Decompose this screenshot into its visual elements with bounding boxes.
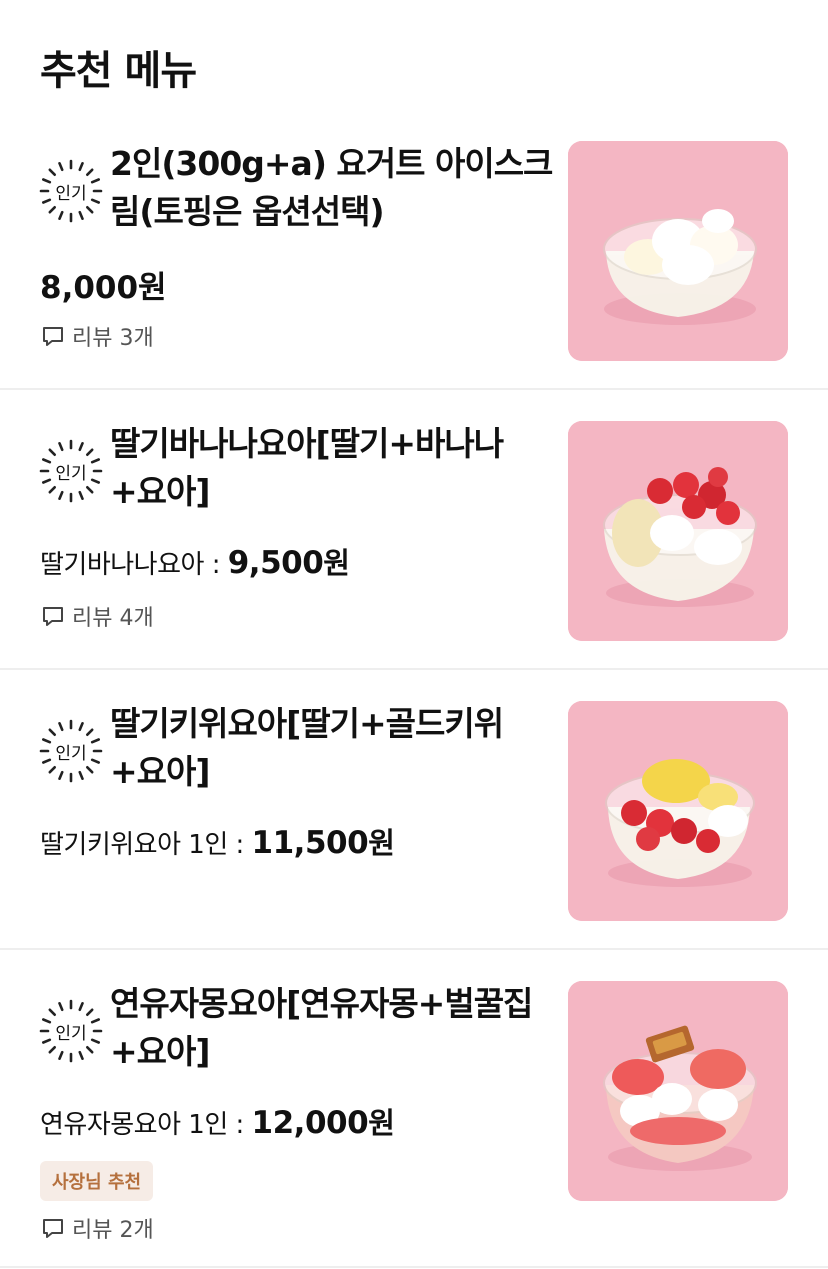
item-image[interactable] — [568, 421, 788, 641]
price-unit: 원 — [323, 546, 350, 580]
item-price: 8,000원 — [40, 270, 167, 306]
popular-badge-icon: 인기 — [38, 438, 104, 504]
strawberry-banana-cup-image — [568, 421, 788, 641]
item-image[interactable] — [568, 981, 788, 1201]
section-title: 추천 메뉴 — [40, 48, 197, 94]
item-name[interactable]: 2인(300g+a) 요거트 아이스크림(토핑은 옵션선택) — [110, 140, 555, 236]
menu-item[interactable]: 인기 딸기키위요아[딸기+골드키위+요아] 딸기키위요아 1인 : 11,500… — [0, 670, 828, 950]
grapefruit-honeycomb-cup-image — [568, 981, 788, 1201]
popular-badge-label: 인기 — [55, 183, 87, 204]
popular-badge-icon: 인기 — [38, 158, 104, 224]
chat-bubble-icon — [43, 1219, 63, 1238]
item-name[interactable]: 딸기바나나요아[딸기+바나나+요아] — [110, 420, 555, 516]
review-label: 리뷰 4개 — [72, 606, 154, 631]
price-option-label: 연유자몽요아 1인 : — [40, 1110, 244, 1140]
menu-item[interactable]: 인기 2인(300g+a) 요거트 아이스크림(토핑은 옵션선택) 8,000원… — [0, 110, 828, 390]
item-name[interactable]: 딸기키위요아[딸기+골드키위+요아] — [110, 700, 555, 796]
review-count[interactable]: 리뷰 2개 — [40, 1212, 154, 1244]
price-unit: 원 — [368, 826, 395, 860]
item-name[interactable]: 연유자몽요아[연유자몽+벌꿀집+요아] — [110, 980, 555, 1076]
item-image[interactable] — [568, 701, 788, 921]
popular-badge-label: 인기 — [55, 463, 87, 484]
price-amount: 11,500 — [251, 825, 369, 861]
menu-item[interactable]: 인기 딸기바나나요아[딸기+바나나+요아] 딸기바나나요아 : 9,500원 리… — [0, 390, 828, 670]
popular-badge-label: 인기 — [55, 1023, 87, 1044]
item-price: 딸기바나나요아 : 9,500원 — [40, 540, 350, 582]
strawberry-kiwi-cup-image — [568, 701, 788, 921]
price-amount: 12,000 — [251, 1105, 369, 1141]
popular-badge-icon: 인기 — [38, 998, 104, 1064]
review-count[interactable]: 리뷰 4개 — [40, 600, 154, 632]
menu-page: 추천 메뉴 인기 2인(300g+a) 요거트 아이스크림(토핑은 옵션선택) … — [0, 0, 828, 1269]
price-option-label: 딸기바나나요아 : — [40, 550, 220, 580]
price-amount: 9,500 — [227, 545, 324, 581]
owner-recommend-tag: 사장님 추천 — [40, 1161, 154, 1201]
price-option-label: 딸기키위요아 1인 : — [40, 830, 244, 860]
price-unit: 원 — [368, 1106, 395, 1140]
review-count[interactable]: 리뷰 3개 — [40, 320, 154, 352]
popular-badge-icon: 인기 — [38, 718, 104, 784]
chat-bubble-icon — [43, 327, 63, 346]
chat-bubble-icon — [43, 607, 63, 626]
item-image[interactable] — [568, 141, 788, 361]
yogurt-ice-cream-cup-image — [568, 141, 788, 361]
item-price: 딸기키위요아 1인 : 11,500원 — [40, 820, 395, 862]
review-label: 리뷰 2개 — [72, 1218, 154, 1243]
review-label: 리뷰 3개 — [72, 326, 154, 351]
popular-badge-label: 인기 — [55, 743, 87, 764]
item-price: 연유자몽요아 1인 : 12,000원 — [40, 1100, 395, 1142]
menu-item[interactable]: 인기 연유자몽요아[연유자몽+벌꿀집+요아] 연유자몽요아 1인 : 12,00… — [0, 950, 828, 1268]
